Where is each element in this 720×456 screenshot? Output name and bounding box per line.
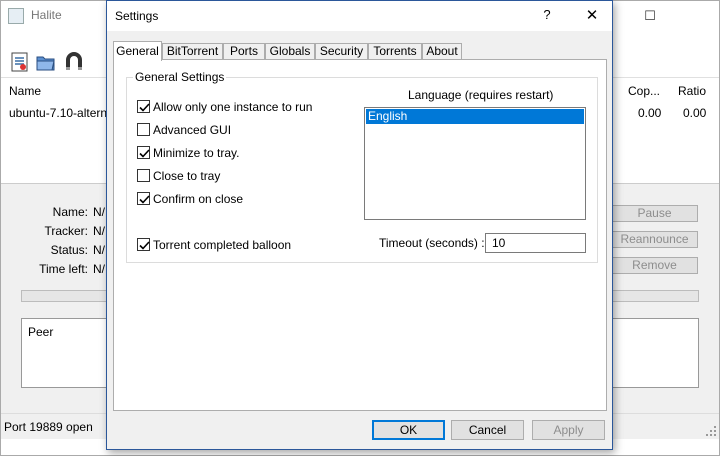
detail-time-left-value: N/ [93, 262, 105, 276]
dialog-title: Settings [115, 9, 159, 23]
torrent-row-ratio: 0.00 [683, 106, 707, 120]
general-settings-group: General Settings Allow only one instance… [126, 70, 598, 263]
checkbox-advanced-gui[interactable]: Advanced GUI [137, 122, 232, 137]
timeout-label: Timeout (seconds) : [379, 236, 485, 250]
checkbox-label: Confirm on close [153, 191, 244, 206]
status-text: Port 19889 open [4, 420, 93, 434]
checkbox-box[interactable] [137, 192, 150, 206]
tab-ports[interactable]: Ports [223, 43, 265, 60]
column-header-name[interactable]: Name [9, 84, 41, 98]
resize-grip-icon[interactable] [706, 426, 716, 436]
checkbox-confirm-on-close[interactable]: Confirm on close [137, 191, 244, 206]
main-window-title: Halite [31, 8, 62, 22]
column-header-ratio[interactable]: Ratio [678, 84, 706, 98]
detail-status-value: N/ [93, 243, 105, 257]
checkbox-label: Torrent completed balloon [153, 237, 292, 252]
checkbox-box[interactable] [137, 146, 150, 160]
reannounce-button[interactable]: Reannounce [611, 231, 698, 248]
apply-button[interactable]: Apply [532, 420, 605, 440]
detail-tracker-label: Tracker: [44, 224, 88, 238]
close-button[interactable]: ✕ [577, 6, 607, 24]
detail-name-label: Name: [52, 205, 88, 219]
checkbox-label: Minimize to tray. [153, 145, 240, 160]
general-tab-panel: General Settings Allow only one instance… [113, 59, 607, 411]
detail-status-label: Status: [50, 243, 88, 257]
group-title: General Settings [133, 70, 227, 84]
language-label: Language (requires restart) [408, 88, 554, 102]
help-button[interactable]: ? [532, 7, 562, 22]
checkbox-box[interactable] [137, 100, 150, 114]
tab-general[interactable]: General [113, 41, 162, 61]
checkbox-label: Close to tray [153, 168, 221, 183]
language-option-english[interactable]: English [366, 109, 584, 124]
checkbox-close-to-tray[interactable]: Close to tray [137, 168, 221, 183]
open-folder-icon[interactable] [35, 51, 59, 73]
tab-about[interactable]: About [422, 43, 462, 60]
checkbox-label: Advanced GUI [153, 122, 232, 137]
detail-time-left-label: Time left: [39, 262, 88, 276]
detail-name-value: N/ [93, 205, 105, 219]
checkbox-minimize-to-tray[interactable]: Minimize to tray. [137, 145, 240, 160]
language-listbox[interactable]: English [364, 107, 586, 220]
detail-tracker-value: N/ [93, 224, 105, 238]
magnet-icon[interactable] [63, 51, 87, 73]
torrent-row-copies: 0.00 [638, 106, 662, 120]
tab-bittorrent[interactable]: BitTorrent [162, 43, 223, 60]
timeout-input[interactable]: 10 [485, 233, 586, 253]
checkbox-box[interactable] [137, 123, 150, 137]
checkbox-box[interactable] [137, 169, 150, 183]
halite-app-icon [8, 8, 24, 24]
cancel-button[interactable]: Cancel [451, 420, 524, 440]
tab-security[interactable]: Security [315, 43, 368, 60]
tab-globals[interactable]: Globals [265, 43, 315, 60]
remove-button[interactable]: Remove [611, 257, 698, 274]
checkbox-completed-balloon[interactable]: Torrent completed balloon [137, 237, 292, 252]
maximize-button[interactable]: ☐ [635, 8, 665, 24]
checkbox-box[interactable] [137, 238, 150, 252]
pause-button[interactable]: Pause [611, 205, 698, 222]
dialog-titlebar: Settings ? ✕ [107, 1, 612, 31]
checkbox-label: Allow only one instance to run [153, 99, 313, 114]
checkbox-single-instance[interactable]: Allow only one instance to run [137, 99, 313, 114]
main-toolbar [1, 45, 111, 75]
column-header-copies[interactable]: Cop... [628, 84, 660, 98]
tab-torrents[interactable]: Torrents [368, 43, 422, 60]
torrent-row-name[interactable]: ubuntu-7.10-altern [9, 106, 107, 120]
ok-button[interactable]: OK [372, 420, 445, 440]
open-file-icon[interactable] [9, 51, 33, 73]
peers-column-header[interactable]: Peer [28, 325, 53, 339]
settings-dialog: Settings ? ✕ General BitTorrent Ports Gl… [106, 0, 613, 450]
